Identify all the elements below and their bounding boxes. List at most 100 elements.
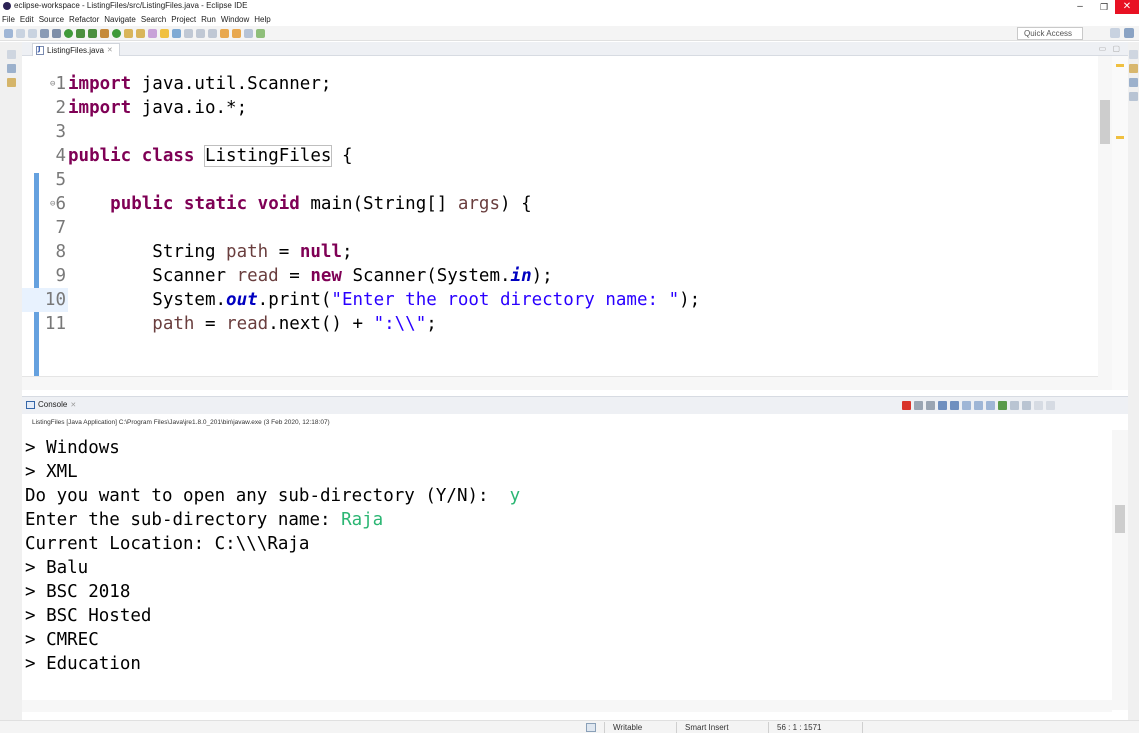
quick-access-field[interactable]: Quick Access [1017, 27, 1083, 40]
pin-icon[interactable] [40, 29, 49, 38]
outline-icon[interactable] [7, 78, 16, 87]
window-title: eclipse-workspace - ListingFiles/src/Lis… [14, 1, 248, 10]
close-console-icon[interactable]: ✕ [70, 401, 76, 409]
display-selected-console-icon[interactable] [1010, 401, 1019, 410]
menu-source[interactable]: Source [39, 14, 64, 25]
console-scroll-thumb[interactable] [1115, 505, 1125, 533]
run-icon[interactable] [76, 29, 85, 38]
line-number: 2 [55, 98, 66, 118]
restore-view-icon[interactable] [7, 50, 16, 59]
editor-view-controls[interactable]: ▭ ▢ [1099, 44, 1122, 53]
next-annotation-icon[interactable] [196, 29, 205, 38]
tab-console[interactable]: Console ✕ [26, 400, 76, 409]
left-trim-bar [0, 42, 22, 733]
maximize-button[interactable]: ❐ [1092, 0, 1116, 14]
java-file-icon [36, 45, 44, 55]
back-icon[interactable] [220, 29, 229, 38]
remove-launch-icon[interactable] [914, 401, 923, 410]
line-number: 9 [55, 266, 66, 286]
menu-help[interactable]: Help [254, 14, 270, 25]
menu-navigate[interactable]: Navigate [104, 14, 136, 25]
pin-console-icon[interactable] [998, 401, 1007, 410]
warning-marker[interactable] [1116, 64, 1124, 67]
right-trim-bar [1128, 42, 1139, 733]
debug-icon[interactable] [64, 29, 73, 38]
console-user-input: y [509, 486, 521, 506]
menu-project[interactable]: Project [171, 14, 196, 25]
restore-right-view-icon[interactable] [1129, 50, 1138, 59]
editor-vertical-scrollbar[interactable] [1098, 56, 1112, 390]
console-line: > Education [25, 654, 141, 674]
code-line: 7 [22, 216, 68, 240]
new-icon[interactable] [4, 29, 13, 38]
menu-run[interactable]: Run [201, 14, 216, 25]
status-bar: Writable Smart Insert 56 : 1 : 1571 [0, 720, 1139, 733]
status-spacer [862, 722, 872, 733]
java-perspective-icon[interactable] [1124, 28, 1134, 38]
open-console-icon[interactable] [256, 29, 265, 38]
code-line: 10 System.out.print("Enter the root dire… [22, 288, 700, 312]
highlighted-class-name: ListingFiles [203, 145, 333, 167]
open-type-icon[interactable] [124, 29, 133, 38]
minimize-view-icon[interactable] [1034, 401, 1043, 410]
open-perspective-icon[interactable] [1110, 28, 1120, 38]
show-whitespace-icon[interactable] [184, 29, 193, 38]
menu-refactor[interactable]: Refactor [69, 14, 99, 25]
clear-console-icon[interactable] [938, 401, 947, 410]
run-external-icon[interactable] [88, 29, 97, 38]
minimize-button[interactable]: – [1068, 0, 1092, 14]
save-all-icon[interactable] [28, 29, 37, 38]
console-process-info: ListingFiles [Java Application] C:\Progr… [32, 419, 330, 426]
line-number: 4 [55, 146, 66, 166]
console-line: Current Location: C:\\\Raja [25, 534, 310, 554]
scroll-lock-icon[interactable] [950, 401, 959, 410]
mark-occurrences-icon[interactable] [160, 29, 169, 38]
editor-scroll-thumb[interactable] [1100, 100, 1110, 144]
menu-edit[interactable]: Edit [20, 14, 34, 25]
console-line: > XML [25, 462, 78, 482]
new-java-package-icon[interactable] [100, 29, 109, 38]
tab-listingfiles-java[interactable]: ListingFiles.java ✕ [32, 43, 120, 56]
search-icon[interactable] [148, 29, 157, 38]
console-tab-bar: Console ✕ [22, 396, 1128, 414]
console-line: Enter the sub-directory name: Raja [25, 510, 384, 530]
warning-marker[interactable] [1116, 136, 1124, 139]
last-edit-icon[interactable] [244, 29, 253, 38]
show-on-stdout-icon[interactable] [974, 401, 983, 410]
previous-annotation-icon[interactable] [208, 29, 217, 38]
package-explorer-icon[interactable] [7, 64, 16, 73]
forward-icon[interactable] [232, 29, 241, 38]
toggle-block-icon[interactable] [172, 29, 181, 38]
maximize-view-icon[interactable] [1046, 401, 1055, 410]
new-java-class-icon[interactable] [112, 29, 121, 38]
outline-view-icon[interactable] [1129, 78, 1138, 87]
skip-breakpoints-icon[interactable] [52, 29, 61, 38]
open-task-icon[interactable] [136, 29, 145, 38]
menu-file[interactable]: File [2, 14, 15, 25]
code-line: 4 public class ListingFiles { [22, 144, 353, 168]
console-vertical-scrollbar[interactable] [1112, 430, 1128, 710]
task-list-icon[interactable] [1129, 64, 1138, 73]
problems-view-icon[interactable] [1129, 92, 1138, 101]
code-line: 9 Scanner read = new Scanner(System.in); [22, 264, 552, 288]
line-number: 7 [55, 218, 66, 238]
open-console-icon[interactable] [1022, 401, 1031, 410]
word-wrap-icon[interactable] [962, 401, 971, 410]
code-line: ⊖1 import java.util.Scanner; [22, 72, 331, 96]
terminate-icon[interactable] [902, 401, 911, 410]
close-button[interactable]: ✕ [1115, 0, 1139, 14]
menu-search[interactable]: Search [141, 14, 166, 25]
close-tab-icon[interactable]: ✕ [107, 46, 113, 54]
code-editor[interactable]: ⊖1 import java.util.Scanner; 2 import java… [22, 56, 1128, 376]
save-icon[interactable] [16, 29, 25, 38]
line-number: 11 [44, 314, 66, 334]
console-tab-label: Console [38, 400, 68, 409]
menu-window[interactable]: Window [221, 14, 249, 25]
console-output[interactable]: > Windows > XML Do you want to open any … [22, 430, 1112, 710]
show-on-stderr-icon[interactable] [986, 401, 995, 410]
editor-horizontal-scrollbar[interactable] [22, 376, 1108, 390]
console-horizontal-scrollbar[interactable] [22, 700, 1112, 712]
remove-all-terminated-icon[interactable] [926, 401, 935, 410]
line-number: 8 [55, 242, 66, 262]
overview-ruler[interactable] [1112, 56, 1128, 390]
